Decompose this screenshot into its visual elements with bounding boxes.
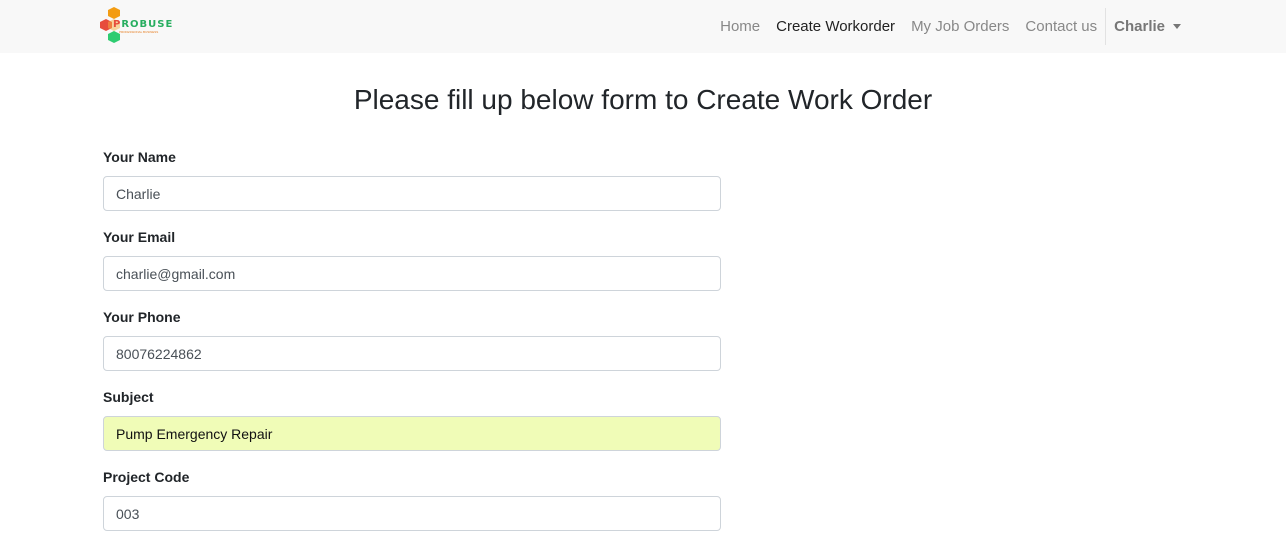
name-field-group: Your Name [103,148,721,228]
phone-label: Your Phone [103,309,181,325]
chevron-down-icon [1173,24,1181,29]
user-menu-dropdown[interactable]: Charlie [1106,18,1189,35]
brand-logo[interactable]: PROBUSE PROFESSIONAL BUSINESS [100,7,176,45]
nav-create-workorder-link[interactable]: Create Workorder [768,18,903,35]
brand-name: PROBUSE [113,19,174,30]
nav-menu: Home Create Workorder My Job Orders Cont… [712,0,1189,53]
project-code-input[interactable] [103,496,721,531]
project-code-field-group: Project Code [103,468,721,548]
email-field-group: Your Email [103,228,721,308]
phone-input[interactable] [103,336,721,371]
nav-my-job-orders-link[interactable]: My Job Orders [903,18,1017,35]
page-title: Please fill up below form to Create Work… [353,84,933,115]
project-code-label: Project Code [103,469,190,485]
user-name: Charlie [1114,18,1165,35]
phone-field-group: Your Phone [103,308,721,388]
brand-tagline: PROFESSIONAL BUSINESS [119,30,159,34]
subject-field-group: Subject [103,388,721,468]
email-input[interactable] [103,256,721,291]
workorder-form: Your Name Your Email Your Phone Subject … [103,148,721,548]
nav-home-link[interactable]: Home [712,18,768,35]
email-label: Your Email [103,229,176,245]
name-input[interactable] [103,176,721,211]
top-navbar: PROBUSE PROFESSIONAL BUSINESS Home Creat… [0,0,1286,53]
nav-contact-link[interactable]: Contact us [1017,18,1105,35]
subject-label: Subject [103,389,154,405]
subject-input[interactable] [103,416,721,451]
name-label: Your Name [103,149,176,165]
